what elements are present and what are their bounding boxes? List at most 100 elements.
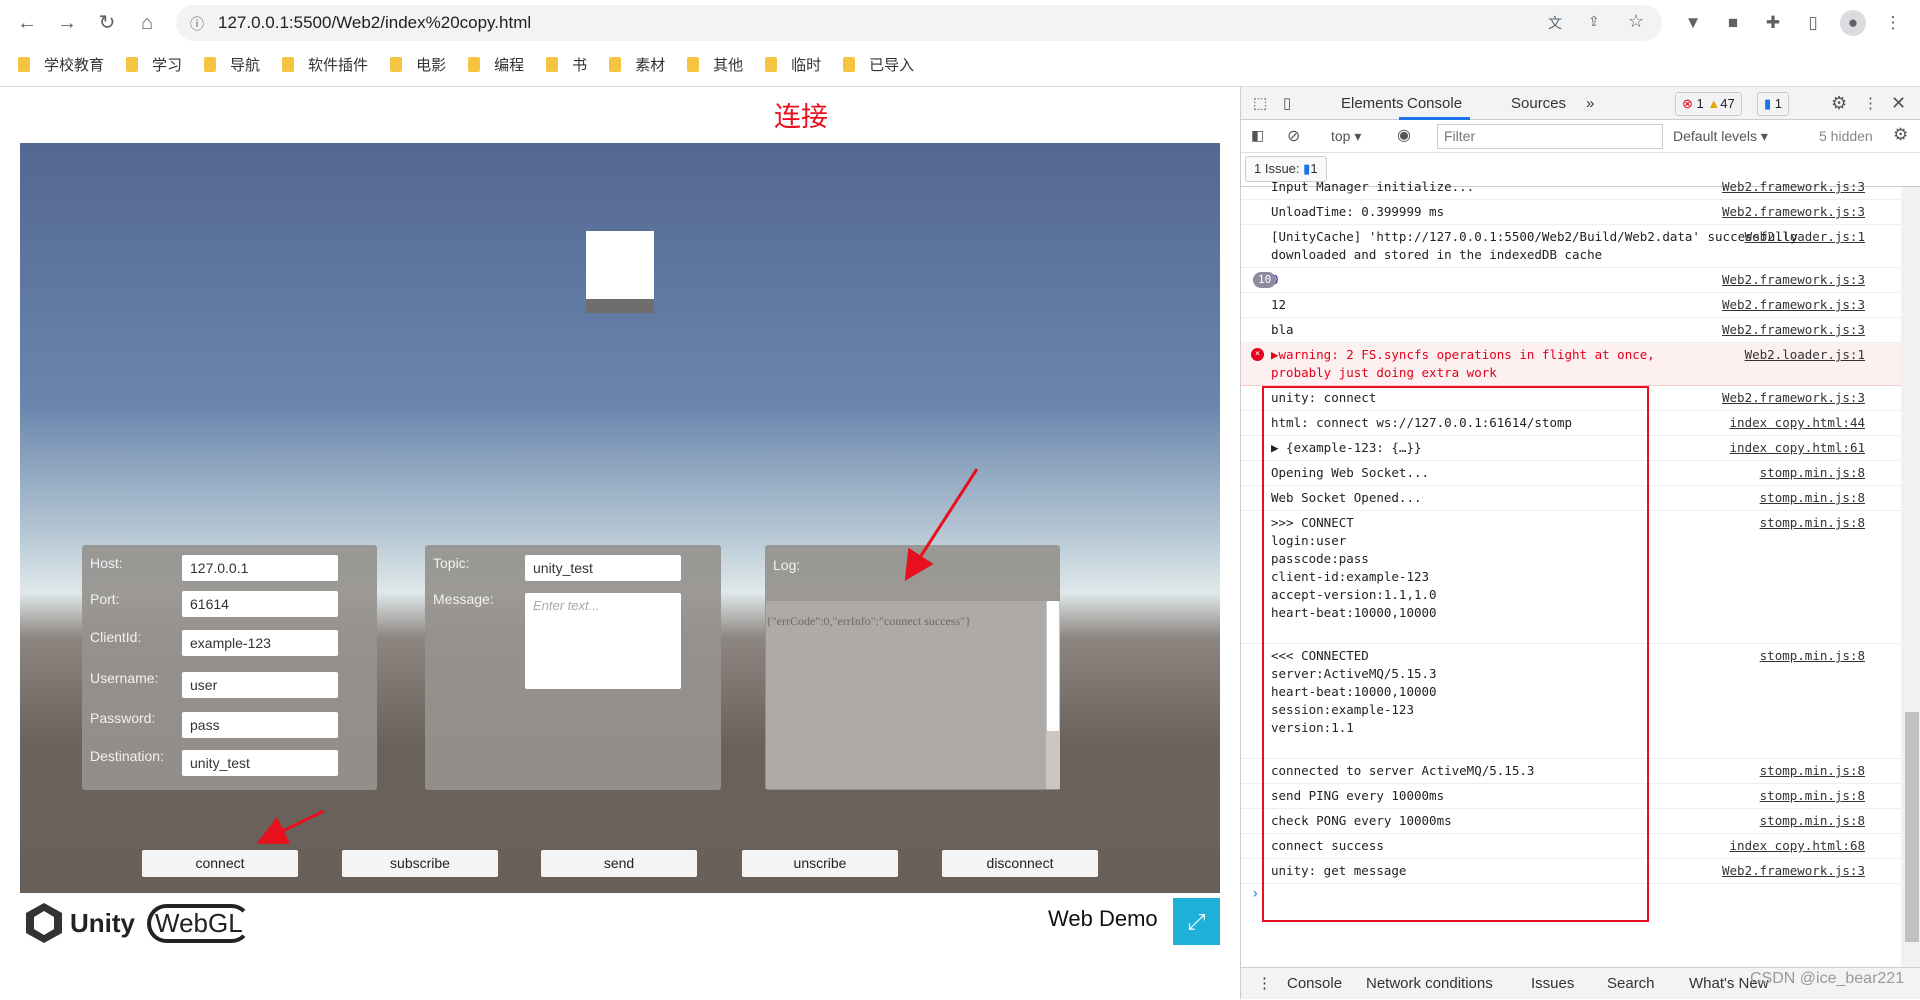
profile-icon[interactable]: ● (1840, 10, 1866, 36)
source-link[interactable]: index copy.html:61 (1730, 439, 1865, 457)
inspect-icon[interactable]: ⬚ (1253, 87, 1267, 120)
back-icon[interactable]: ← (14, 10, 40, 36)
console-message: html: connect ws://127.0.0.1:61614/stomp (1271, 415, 1573, 430)
console-prompt[interactable]: › (1241, 884, 1901, 904)
bookmark[interactable]: 电影 (390, 52, 446, 76)
drawer-tab-console[interactable]: Console (1287, 968, 1342, 1000)
console-row: unity: connect Web2.framework.js:3 (1241, 386, 1901, 411)
drawer-tab-search[interactable]: Search (1607, 968, 1655, 1000)
source-link[interactable]: stomp.min.js:8 (1760, 514, 1865, 532)
kebab-menu-icon[interactable]: ⋮ (1863, 87, 1878, 120)
source-link[interactable]: stomp.min.js:8 (1760, 787, 1865, 805)
log-levels-select[interactable]: Default levels ▾ (1673, 128, 1768, 145)
source-link[interactable]: index copy.html:44 (1730, 414, 1865, 432)
bookmark[interactable]: 学校教育 (18, 52, 104, 76)
unsubscribe-button[interactable]: unscribe (742, 850, 898, 877)
url-text[interactable]: 127.0.0.1:5500/Web2/index%20copy.html (218, 5, 531, 41)
bookmark[interactable]: 已导入 (843, 52, 914, 76)
context-select[interactable]: top ▾ (1331, 128, 1361, 145)
drawer-tab-issues[interactable]: Issues (1531, 968, 1574, 1000)
share-icon[interactable]: ⇪ (1588, 13, 1600, 30)
password-input[interactable]: pass (182, 712, 338, 738)
username-input[interactable]: user (182, 672, 338, 698)
bookmark[interactable]: 学习 (126, 52, 182, 76)
console-row: 100Web2.framework.js:3 (1241, 268, 1901, 293)
source-link[interactable]: Web2.framework.js:3 (1722, 271, 1865, 289)
eye-icon[interactable]: ◉ (1397, 125, 1411, 145)
clientid-input[interactable]: example-123 (182, 630, 338, 656)
messages-counter[interactable]: ▮ 1 (1757, 92, 1790, 116)
source-link[interactable]: stomp.min.js:8 (1760, 762, 1865, 780)
log-scrollbar[interactable] (1046, 601, 1060, 789)
settings-icon[interactable]: ⚙ (1831, 87, 1847, 120)
source-link[interactable]: Web2.framework.js:3 (1722, 321, 1865, 339)
device-toggle-icon[interactable]: ▯ (1283, 87, 1291, 120)
tab-elements[interactable]: Elements (1341, 87, 1404, 120)
error-count: 1 (1696, 96, 1704, 111)
source-link[interactable]: index copy.html:68 (1730, 837, 1865, 855)
source-link[interactable]: stomp.min.js:8 (1760, 464, 1865, 482)
console-message: connect success (1271, 838, 1384, 853)
bookmark[interactable]: 临时 (765, 52, 821, 76)
port-label: Port: (90, 591, 120, 607)
forward-icon[interactable]: → (54, 10, 80, 36)
filter-input[interactable]: Filter (1437, 124, 1663, 149)
username-label: Username: (90, 670, 159, 686)
source-link[interactable]: Web2.loader.js:1 (1745, 346, 1865, 364)
tab-sources[interactable]: Sources (1511, 87, 1566, 120)
bookmark[interactable]: 素材 (609, 52, 665, 76)
star-icon[interactable]: ☆ (1628, 11, 1644, 32)
bookmark[interactable]: 书 (546, 52, 587, 76)
more-tabs-icon[interactable]: » (1586, 87, 1594, 120)
console-settings-icon[interactable]: ⚙ (1893, 125, 1908, 145)
reload-icon[interactable]: ↻ (94, 10, 120, 36)
bookmark[interactable]: 其他 (687, 52, 743, 76)
bookmark[interactable]: 编程 (468, 52, 524, 76)
source-link[interactable]: stomp.min.js:8 (1760, 812, 1865, 830)
folder-icon (687, 56, 700, 72)
home-icon[interactable]: ⌂ (134, 10, 160, 36)
source-link[interactable]: Web2.framework.js:3 (1722, 203, 1865, 221)
bookmark[interactable]: 导航 (204, 52, 260, 76)
close-icon[interactable]: ✕ (1891, 87, 1906, 120)
source-link[interactable]: Web2.framework.js:3 (1722, 862, 1865, 880)
error-warning-counter[interactable]: ⊗ 1 ▲47 (1675, 92, 1742, 116)
send-button[interactable]: send (541, 850, 697, 877)
log-scroll-thumb[interactable] (1047, 601, 1059, 731)
source-link[interactable]: Web2.loader.js:1 (1745, 228, 1865, 246)
source-link[interactable]: stomp.min.js:8 (1760, 489, 1865, 507)
info-icon[interactable]: ⓘ (190, 14, 204, 34)
destination-input[interactable]: unity_test (182, 750, 338, 776)
extension-v-icon[interactable]: ▼ (1680, 10, 1706, 36)
clear-console-icon[interactable]: ⊘ (1287, 126, 1300, 146)
drawer-tab-network-conditions[interactable]: Network conditions (1366, 968, 1493, 1000)
source-link[interactable]: Web2.framework.js:3 (1722, 296, 1865, 314)
subscribe-button[interactable]: subscribe (342, 850, 498, 877)
message-input[interactable]: Enter text... (525, 593, 681, 689)
source-link[interactable]: Web2.framework.js:3 (1722, 178, 1865, 196)
console-scrollbar[interactable] (1901, 187, 1920, 967)
sidebar-toggle-icon[interactable]: ◧ (1251, 127, 1264, 144)
topic-input[interactable]: unity_test (525, 555, 681, 581)
puzzle-icon[interactable]: ✚ (1760, 10, 1786, 36)
menu-icon[interactable]: ⋮ (1880, 10, 1906, 36)
sidepanel-icon[interactable]: ▯ (1800, 10, 1826, 36)
source-link[interactable]: Web2.framework.js:3 (1722, 389, 1865, 407)
source-link[interactable]: stomp.min.js:8 (1760, 647, 1865, 665)
drawer-menu-icon[interactable]: ⋮ (1257, 968, 1272, 1000)
fullscreen-button[interactable]: ⤢ (1173, 898, 1220, 945)
port-input[interactable]: 61614 (182, 591, 338, 617)
disconnect-button[interactable]: disconnect (942, 850, 1098, 877)
watermark: CSDN @ice_bear221 (1750, 970, 1905, 987)
connect-button[interactable]: connect (142, 850, 298, 877)
console-messages: Input Manager initialize... Web2.framewor… (1241, 175, 1901, 955)
console-scroll-thumb[interactable] (1905, 712, 1919, 942)
extension-icon[interactable]: ■ (1720, 10, 1746, 36)
log-panel: Log: {"errCode":0,"errInfo":"connect suc… (765, 545, 1060, 790)
tab-console[interactable]: Console (1399, 87, 1471, 120)
log-area[interactable]: {"errCode":0,"errInfo":"connect success"… (766, 601, 1060, 789)
address-bar[interactable]: ⓘ 127.0.0.1:5500/Web2/index%20copy.html … (176, 5, 1662, 41)
host-input[interactable]: 127.0.0.1 (182, 555, 338, 581)
bookmark[interactable]: 软件插件 (282, 52, 368, 76)
translate-icon[interactable]: 文 (1548, 13, 1562, 33)
